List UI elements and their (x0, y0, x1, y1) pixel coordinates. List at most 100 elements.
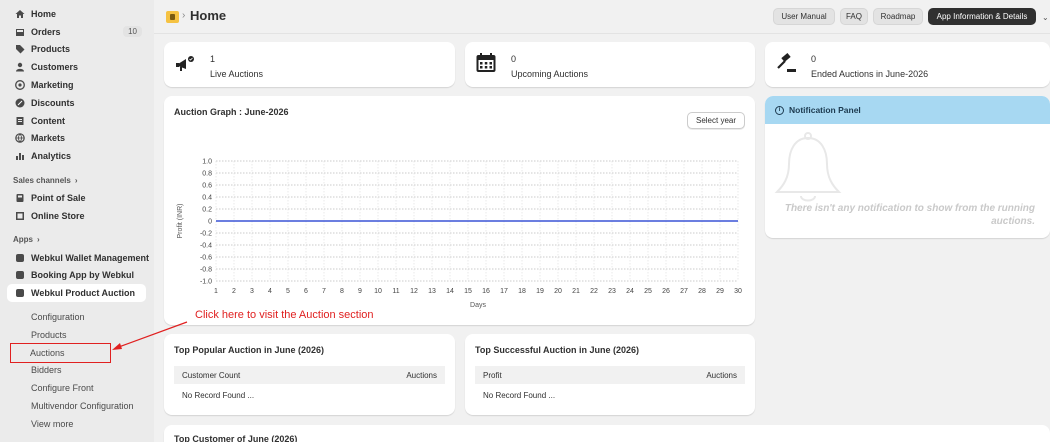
chart-x-ticks: 1 2 3 4 5 6 7 8 9 10 11 12 13 14 15 16 17 18 19 20 21 22 23 24 2… (214, 288, 742, 295)
chart-y-tick-label: -0.4 (200, 243, 212, 250)
sub-configure-front[interactable]: Configure Front (0, 379, 154, 397)
top-popular-table-header: Customer Count Auctions (174, 366, 445, 384)
auctions-column[interactable]: Auctions (706, 371, 737, 380)
chevron-right-icon: › (74, 175, 78, 185)
chart-y-tick-label: 0.6 (202, 183, 212, 190)
chart-y-tick-label: 0 (208, 219, 212, 226)
store-icon (14, 210, 25, 221)
discount-icon (14, 97, 25, 108)
chart-x-tick-label: 19 (536, 288, 544, 295)
chart-x-tick-label: 7 (322, 288, 326, 295)
chart-x-tick-label: 20 (554, 288, 562, 295)
chart-x-tick-label: 6 (304, 288, 308, 295)
home-icon (14, 8, 25, 19)
customer-count-column[interactable]: Customer Count (182, 371, 240, 380)
nav-home[interactable]: Home (0, 5, 154, 23)
notification-empty-message: There isn't any notification to show fro… (784, 203, 1035, 227)
chart-x-tick-label: 17 (500, 288, 508, 295)
app-breadcrumb-icon[interactable] (166, 11, 179, 23)
chart-x-tick-label: 29 (716, 288, 724, 295)
top-popular-title: Top Popular Auction in June (2026) (174, 345, 325, 355)
nav-point-of-sale[interactable]: Point of Sale (0, 189, 154, 207)
sub-multivendor-configuration[interactable]: Multivendor Configuration (0, 397, 154, 415)
notification-panel-heading: i Notification Panel (775, 105, 861, 115)
top-customer-title: Top Customer of June (2026) (174, 434, 298, 442)
chevron-right-icon: › (182, 10, 186, 21)
auctions-column[interactable]: Auctions (406, 371, 437, 380)
sidebar: Home Orders 10 Products Customers Market… (0, 0, 154, 442)
nav-online-store[interactable]: Online Store (0, 207, 154, 225)
sales-channels-heading[interactable]: Sales channels › (0, 171, 154, 189)
top-customer-card: Top Customer of June (2026) (164, 425, 1050, 442)
orders-count-badge: 10 (123, 26, 142, 38)
profit-column[interactable]: Profit (483, 371, 502, 380)
sub-view-more[interactable]: View more (0, 415, 154, 433)
chart-x-tick-label: 8 (340, 288, 344, 295)
nav-app-auction[interactable]: Webkul Product Auction (7, 284, 146, 303)
chart-x-tick-label: 24 (626, 288, 634, 295)
nav-content[interactable]: Content (0, 112, 154, 130)
chart-y-tick-label: -1.0 (200, 279, 212, 286)
nav-app-booking[interactable]: Booking App by Webkul (0, 267, 154, 285)
chart-x-tick-label: 27 (680, 288, 688, 295)
sub-bidders[interactable]: Bidders (0, 362, 154, 380)
chart-x-tick-label: 22 (590, 288, 598, 295)
calendar-icon (476, 53, 496, 72)
app-icon (14, 270, 25, 281)
nav-app-wallet[interactable]: Webkul Wallet Management (0, 249, 154, 267)
gavel-icon (777, 53, 796, 72)
chart-y-tick-label: 0.4 (202, 195, 212, 202)
auction-chart: 1.00.80.60.40.20-0.2-0.4-0.6-0.8-1.0 123… (177, 159, 742, 310)
roadmap-button[interactable]: Roadmap (873, 8, 923, 25)
chart-x-tick-label: 21 (572, 288, 580, 295)
chart-x-tick-label: 5 (286, 288, 290, 295)
chart-x-tick-label: 11 (392, 288, 399, 295)
chart-y-tick-label: -0.8 (200, 267, 212, 274)
user-manual-button[interactable]: User Manual (773, 8, 835, 25)
ended-auctions-count: 0 (811, 54, 817, 64)
annotation-arrow (112, 321, 188, 350)
chart-x-tick-label: 23 (608, 288, 616, 295)
live-auctions-card: 1 Live Auctions (164, 42, 455, 87)
sub-auctions[interactable]: Auctions (10, 342, 111, 363)
notification-panel: i Notification Panel There isn't any not… (765, 96, 1050, 238)
ended-auctions-card: 0 Ended Auctions in June-2026 (765, 42, 1050, 87)
live-auction-icon (176, 56, 194, 71)
live-auctions-label: Live Auctions (210, 69, 264, 79)
chart-x-tick-label: 30 (734, 288, 742, 295)
nav-markets[interactable]: Markets (0, 130, 154, 148)
chart-x-tick-label: 4 (268, 288, 272, 295)
chart-x-tick-label: 18 (518, 288, 526, 295)
nav-customers[interactable]: Customers (0, 58, 154, 76)
upcoming-auctions-card: 0 Upcoming Auctions (465, 42, 755, 87)
top-successful-table-header: Profit Auctions (475, 366, 745, 384)
person-icon (14, 62, 25, 73)
auction-graph-card: Auction Graph : June-2026 Select year 1.… (164, 96, 755, 325)
orders-icon (14, 26, 25, 37)
chart-x-tick-label: 13 (428, 288, 436, 295)
info-icon: i (775, 105, 784, 115)
page-title: Home (190, 8, 227, 23)
nav-orders[interactable]: Orders 10 (0, 23, 154, 41)
nav-discounts[interactable]: Discounts (0, 94, 154, 112)
globe-icon (14, 133, 25, 144)
apps-heading[interactable]: Apps › (0, 231, 154, 249)
faq-button[interactable]: FAQ (840, 8, 868, 25)
chevron-down-icon[interactable]: ⌄ (1042, 13, 1049, 22)
nav-analytics[interactable]: Analytics (0, 147, 154, 165)
ended-auctions-label: Ended Auctions in June-2026 (811, 69, 929, 79)
annotation-text: Click here to visit the Auction section (195, 309, 374, 321)
chart-y-tick-label: -0.2 (200, 231, 212, 238)
top-successful-empty: No Record Found ... (483, 391, 556, 400)
upcoming-auctions-label: Upcoming Auctions (511, 69, 589, 79)
top-successful-title: Top Successful Auction in June (2026) (475, 345, 640, 355)
chart-x-tick-label: 1 (214, 288, 218, 295)
chart-x-tick-label: 14 (446, 288, 454, 295)
app-information-button[interactable]: App Information & Details (928, 8, 1036, 25)
top-successful-card: Top Successful Auction in June (2026) Pr… (465, 334, 755, 415)
nav-products[interactable]: Products (0, 41, 154, 59)
chart-y-tick-label: 0.2 (202, 207, 212, 214)
chevron-right-icon: › (37, 235, 40, 245)
nav-marketing[interactable]: Marketing (0, 76, 154, 94)
bar-chart-icon (14, 151, 25, 162)
